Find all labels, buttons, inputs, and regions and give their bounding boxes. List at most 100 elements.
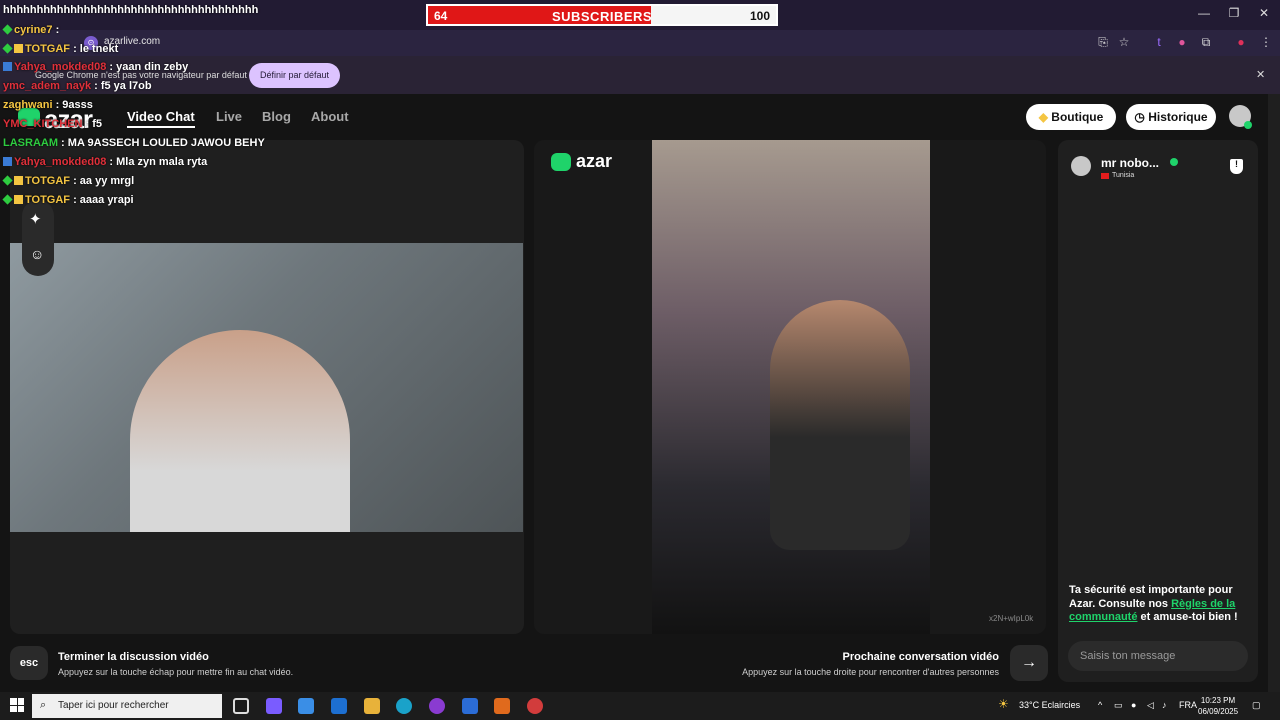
chat-overlay-message: Yahya_mokded08 : Mla zyn mala ryta (3, 156, 207, 168)
next-arrow-button[interactable]: → (1010, 645, 1048, 681)
end-chat-title: Terminer la discussion vidéo (58, 651, 209, 663)
peer-name[interactable]: mr nobo... (1101, 156, 1159, 170)
chat-username: Yahya_mokded08 (14, 61, 107, 73)
chat-overlay-message: zaghwani : 9asss (3, 99, 93, 111)
file-explorer-icon[interactable] (364, 698, 380, 714)
windows-start-icon[interactable] (10, 698, 24, 712)
chat-badge-icon (2, 175, 13, 186)
language-indicator[interactable]: FRA (1179, 700, 1197, 710)
app-a-icon[interactable] (494, 698, 510, 714)
chat-username: ymc_adem_nayk (3, 80, 92, 92)
taskbar-search[interactable]: Taper ici pour rechercher (32, 694, 222, 718)
chat-overlay-message: ymc_adem_nayk : f5 ya l7ob (3, 80, 152, 92)
chat-overlay-message: Yahya_mokded08 : yaan din zeby (3, 61, 188, 73)
face-filter-icon[interactable]: ☺ (30, 246, 44, 262)
outlook-icon[interactable] (331, 698, 347, 714)
extension-u-icon[interactable]: ● (1173, 35, 1191, 49)
chat-message-text: : yaan din zeby (106, 61, 189, 73)
next-chat-hint: Appuyez sur la touche droite pour rencon… (742, 667, 999, 677)
nav-blog[interactable]: Blog (262, 109, 291, 124)
historique-button[interactable]: ◷ Historique (1126, 104, 1216, 130)
online-status-dot (1244, 121, 1252, 129)
subscriber-goal: 100 (749, 9, 770, 23)
effects-sparkle-icon[interactable]: ✦ (29, 210, 42, 228)
message-input[interactable] (1068, 641, 1248, 671)
peer-country: Tunisia (1112, 172, 1135, 179)
taskbar-clock[interactable]: 10:23 PM 06/09/2025 (1198, 695, 1238, 717)
notifications-icon[interactable]: ▢ (1252, 700, 1261, 711)
bookmark-star-icon[interactable]: ☆ (1115, 35, 1133, 49)
extension-t-icon[interactable]: t (1150, 35, 1168, 49)
chat-message-text: : aa yy mrgl (70, 175, 135, 187)
infobar-close-icon[interactable]: ✕ (1256, 68, 1265, 81)
set-default-button[interactable]: Définir par défaut (249, 63, 340, 88)
speaker-icon[interactable]: ♪ (1162, 700, 1167, 710)
volume-icon[interactable]: ◁ (1147, 700, 1154, 711)
chat-message-text: : 9asss (52, 99, 93, 111)
mic-icon[interactable]: ● (1131, 700, 1136, 710)
chat-username: TOTGAF (25, 175, 71, 187)
chat-badge-icon (14, 176, 23, 185)
chat-username: TOTGAF (25, 194, 71, 206)
chat-overlay-header: hhhhhhhhhhhhhhhhhhhhhhhhhhhhhhhhhhhhhh (3, 4, 259, 16)
chat-username: cyrine7 (14, 24, 53, 36)
nav-video-chat[interactable]: Video Chat (127, 109, 195, 128)
menu-dots-icon[interactable]: ⋮ (1257, 35, 1275, 49)
tray-chevron-icon[interactable]: ^ (1098, 700, 1102, 710)
chat-badge-icon (14, 195, 23, 204)
boutique-button[interactable]: ◆ Boutique (1026, 104, 1116, 130)
nav-live[interactable]: Live (216, 109, 242, 124)
chat-message-text: : (52, 24, 60, 36)
task-view-icon[interactable] (233, 698, 249, 714)
install-app-icon[interactable]: ⎘ (1094, 35, 1112, 50)
watermark-logo-icon (551, 153, 571, 171)
chat-badge-icon (2, 24, 13, 35)
obs-icon[interactable] (429, 698, 445, 714)
clock-icon: ◷ (1134, 110, 1149, 124)
chat-message-text: : aaaa yrapi (70, 194, 134, 206)
network-icon[interactable]: ▭ (1114, 700, 1123, 711)
verified-badge-icon (1170, 158, 1178, 166)
close-window-icon[interactable]: ✕ (1254, 6, 1274, 20)
chat-username: YMC_KITCHEN (3, 118, 83, 130)
chat-overlay-message: YMC_KITCHEN : f5 (3, 118, 102, 130)
app-icon[interactable] (462, 698, 478, 714)
restore-icon[interactable]: ❐ (1224, 6, 1244, 20)
chat-username: Yahya_mokded08 (14, 156, 107, 168)
edge-icon[interactable] (396, 698, 412, 714)
minimize-icon[interactable]: — (1194, 6, 1214, 20)
chat-badge-icon (2, 43, 13, 54)
profile-icon[interactable]: ● (1232, 35, 1250, 49)
chat-overlay-message: TOTGAF : aa yy mrgl (2, 175, 135, 187)
esc-key-button[interactable]: esc (10, 646, 48, 680)
page-scrollbar[interactable] (1268, 94, 1280, 692)
tunisia-flag-icon (1101, 173, 1109, 179)
peer-avatar[interactable] (1071, 156, 1091, 176)
chat-message-text: : f5 ya l7ob (91, 80, 152, 92)
chat-badge-icon (3, 62, 12, 71)
chat-message-text: : MA 9ASSECH LOULED JAWOU BEHY (58, 137, 265, 149)
subscriber-label: SUBSCRIBERS (551, 9, 653, 24)
remote-video-person (770, 300, 910, 550)
stream-id: x2N+wIpL0k (989, 614, 1034, 623)
chat-message-text: : f5 (82, 118, 103, 130)
store-icon[interactable] (298, 698, 314, 714)
report-shield-icon[interactable]: ! (1230, 159, 1243, 174)
next-chat-title: Prochaine conversation vidéo (842, 651, 1000, 663)
chat-overlay-message: TOTGAF : le tnekt (2, 43, 118, 55)
chat-badge-icon (3, 157, 12, 166)
chrome-icon[interactable] (527, 698, 543, 714)
chat-badge-icon (2, 194, 13, 205)
subscriber-goal-bar: 64 SUBSCRIBERS 100 (426, 4, 778, 26)
chat-overlay-message: TOTGAF : aaaa yrapi (2, 194, 134, 206)
chat-overlay-message: LASRAAM : MA 9ASSECH LOULED JAWOU BEHY (3, 137, 265, 149)
chat-username: zaghwani (3, 99, 53, 111)
nav-about[interactable]: About (311, 109, 349, 124)
chat-badge-icon (14, 44, 23, 53)
diamond-icon: ◆ (1038, 110, 1052, 124)
address-bar[interactable] (0, 30, 1280, 56)
weather-text[interactable]: 33°C Eclaircies (1019, 700, 1080, 710)
end-chat-hint: Appuyez sur la touche échap pour mettre … (58, 667, 294, 677)
extensions-puzzle-icon[interactable]: ⧉ (1197, 35, 1215, 50)
copilot-icon[interactable] (266, 698, 282, 714)
